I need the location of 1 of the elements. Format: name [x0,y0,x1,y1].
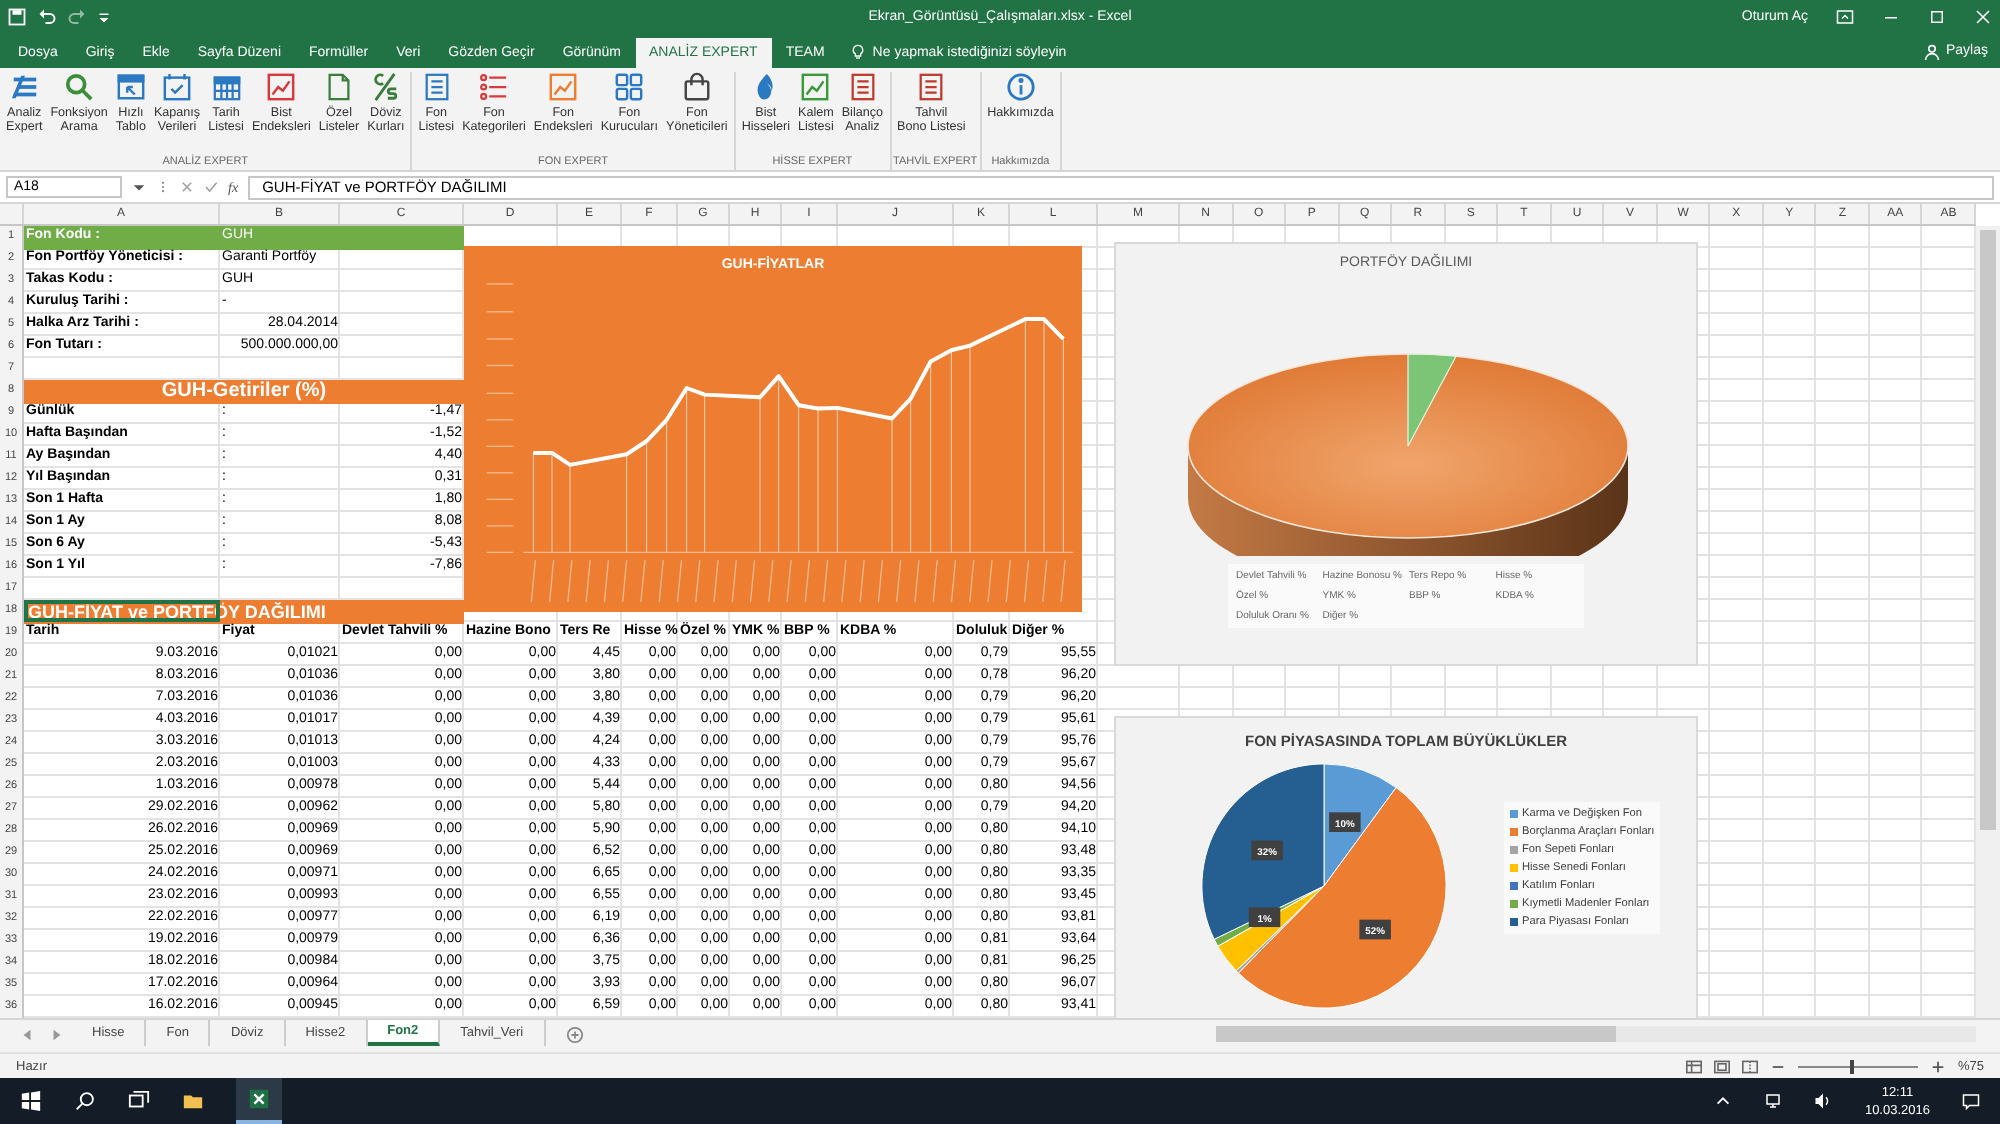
section-title: GUH-Getiriler (%) [161,382,327,402]
